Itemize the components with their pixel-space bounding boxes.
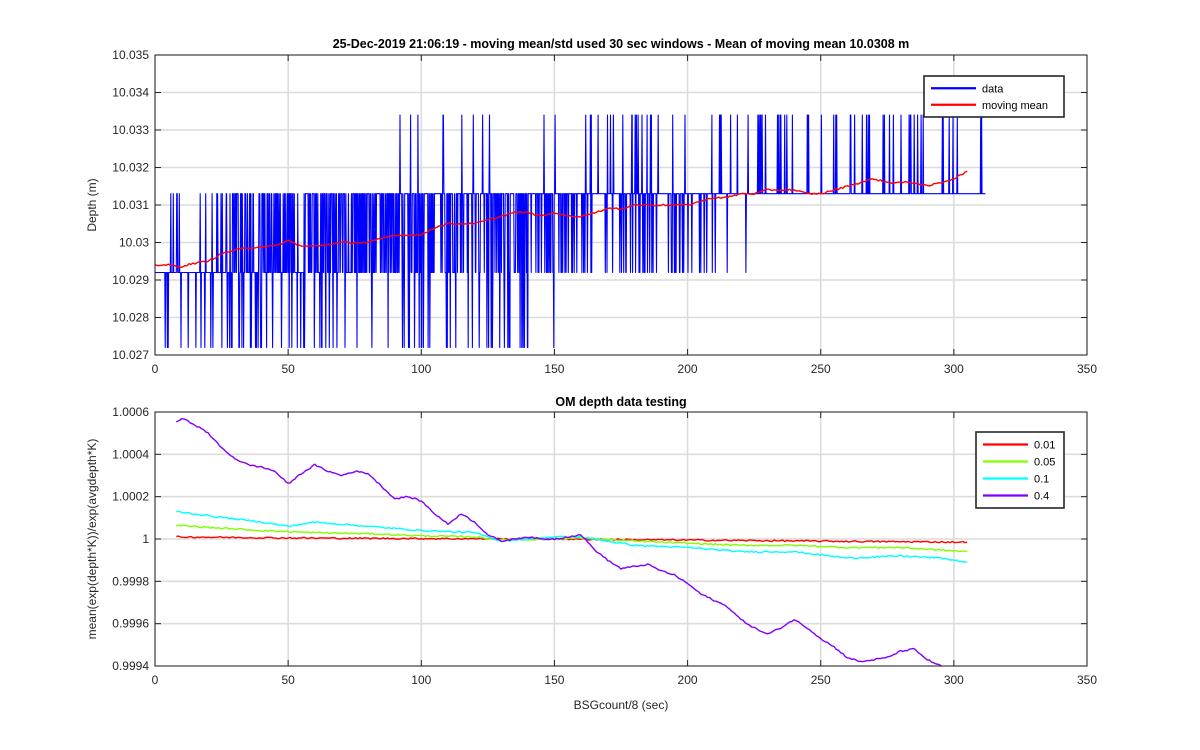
legend-entry-label: 0.4 [1034, 491, 1049, 503]
top-chart-title: 25-Dec-2019 21:06:19 - moving mean/std u… [333, 37, 910, 51]
x-tick-label: 250 [811, 362, 831, 376]
y-tick-label: 0.9996 [112, 617, 149, 631]
x-tick-label: 200 [678, 673, 698, 687]
x-tick-label: 250 [811, 673, 831, 687]
y-tick-label: 10.03 [119, 236, 149, 250]
y-tick-label: 1 [142, 532, 149, 546]
x-tick-label: 200 [678, 362, 698, 376]
bottom-chart-title: OM depth data testing [555, 395, 686, 409]
bottom-axes: 0 50 100 150 200 250 300 350 0.9994 0.9996 0.9998 1… [85, 395, 1097, 712]
top-axes: 0 50 100 150 200 250 300 350 10.027 10.028 10.029 1… [85, 37, 1097, 376]
y-tick-label: 10.028 [112, 311, 149, 325]
y-tick-label: 0.9994 [112, 659, 149, 673]
bottom-x-axis-label: BSGcount/8 (sec) [574, 698, 669, 712]
x-tick-label: 150 [544, 673, 564, 687]
x-tick-label: 300 [944, 362, 964, 376]
y-tick-label: 10.031 [112, 198, 149, 212]
x-tick-label: 300 [944, 673, 964, 687]
legend-entry-label: moving mean [982, 100, 1048, 112]
x-tick-label: 100 [411, 362, 431, 376]
bottom-legend: 0.01 0.05 0.1 0.4 [975, 431, 1065, 509]
top-y-axis-label: Depth (m) [85, 178, 99, 231]
y-tick-label: 10.027 [112, 348, 149, 362]
y-tick-label: 10.032 [112, 161, 149, 175]
legend-entry-label: 0.05 [1034, 457, 1055, 469]
bottom-y-axis-label: mean(exp(depth*K))/exp(avgdepth*K) [85, 439, 99, 640]
legend-entry-label: 0.1 [1034, 474, 1049, 486]
y-tick-label: 1.0002 [112, 490, 149, 504]
x-tick-label: 0 [152, 673, 159, 687]
x-tick-label: 50 [281, 673, 295, 687]
top-legend: data moving mean [923, 75, 1065, 118]
x-tick-label: 150 [544, 362, 564, 376]
x-tick-label: 100 [411, 673, 431, 687]
y-tick-label: 1.0004 [112, 447, 149, 461]
x-tick-label: 50 [281, 362, 295, 376]
y-tick-label: 10.029 [112, 273, 149, 287]
figure: 0 50 100 150 200 250 300 35010.02710.02810.0291… [85, 37, 1097, 712]
y-tick-label: 10.034 [112, 86, 149, 100]
legend-entry-label: data [982, 83, 1004, 95]
legend-entry-label: 0.01 [1034, 440, 1055, 452]
y-tick-label: 0.9998 [112, 574, 149, 588]
y-tick-label: 1.0006 [112, 405, 149, 419]
x-tick-label: 0 [152, 362, 159, 376]
x-tick-label: 350 [1077, 673, 1097, 687]
y-tick-label: 10.033 [112, 123, 149, 137]
x-tick-label: 350 [1077, 362, 1097, 376]
y-tick-label: 10.035 [112, 48, 149, 62]
